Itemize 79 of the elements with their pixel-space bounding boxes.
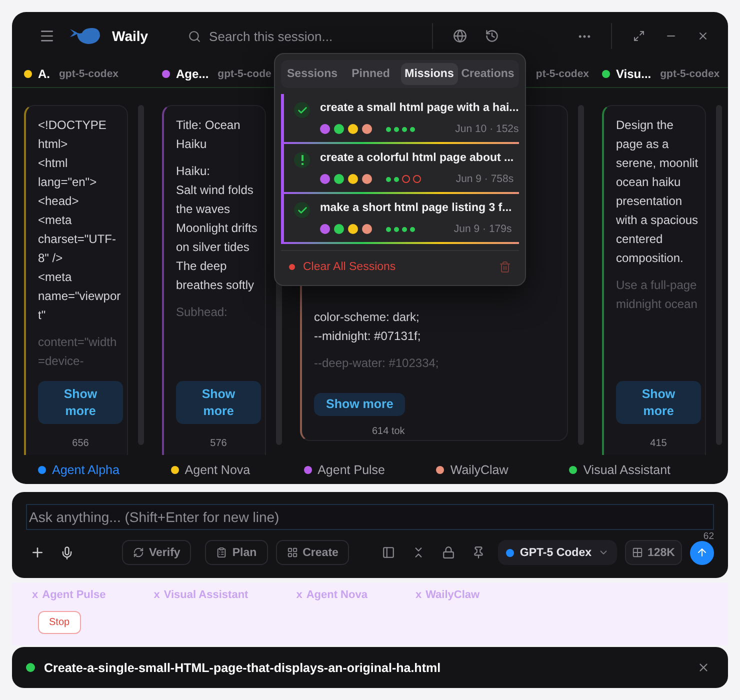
token-count: 415 <box>650 438 667 449</box>
response-line: --deep-water: #102334; <box>314 355 439 372</box>
model-label: pt-5-codex <box>536 68 589 80</box>
model-label: gpt-5-code <box>218 68 272 80</box>
agent-tab[interactable]: Agent Pulse <box>304 462 436 476</box>
exclamation-icon <box>300 155 304 165</box>
popup-tab[interactable]: Sessions <box>284 63 340 85</box>
menu-icon[interactable] <box>39 28 55 44</box>
file-name: Create-a-single-small-HTML-page-that-displays-an-original-ha.html <box>44 660 442 674</box>
show-more-button[interactable]: Show more <box>616 381 701 424</box>
popup-tab[interactable]: Missions <box>401 63 458 85</box>
model-dot <box>506 548 514 556</box>
response-line: --midnight: #07131f; <box>314 328 422 345</box>
column-title: Visu... <box>616 66 652 80</box>
grid-icon <box>286 547 298 558</box>
agent-name: Agent Nova <box>306 589 368 601</box>
response-line: content="width=device- <box>38 334 118 370</box>
mission-meta: Jun 10 · 152s <box>455 123 519 135</box>
mission-title: create a small html page with a hai... <box>320 102 519 116</box>
response-line: The deep breathes softly <box>176 258 256 294</box>
agent-tab[interactable]: Agent Alpha <box>38 462 171 476</box>
popup-tab[interactable]: Pinned <box>342 63 399 85</box>
message-input[interactable]: Ask anything... (Shift+Enter for new line) <box>26 504 714 530</box>
send-button[interactable] <box>690 540 714 564</box>
grid-icon <box>632 547 642 558</box>
mission-item[interactable]: create a colorful html page about ... Jun 9 · 758s <box>281 144 519 194</box>
context-size-button[interactable]: 128K <box>624 540 682 565</box>
token-count: 576 <box>210 438 227 449</box>
show-more-button[interactable]: Show more <box>314 393 406 416</box>
action-button[interactable]: Verify <box>122 540 192 565</box>
column-title: Age... <box>176 66 209 80</box>
refresh-icon <box>133 547 144 558</box>
mission-item[interactable]: make a short html page listing 3 f... Jun 9 · 179s <box>281 194 519 244</box>
agent-tab[interactable]: WailyClaw <box>436 462 570 476</box>
response-line: <meta charset="UTF-8" /> <box>38 212 117 267</box>
response-line: Subhead: <box>176 304 228 321</box>
response-line: color-scheme: dark; <box>314 309 420 326</box>
model-label: gpt-5-codex <box>660 68 720 80</box>
mission-item[interactable]: create a small html page with a hai... Jun 10 · 152s <box>281 94 519 144</box>
token-count: 614 tok <box>372 426 405 437</box>
mission-title: create a colorful html page about ... <box>320 152 514 166</box>
response-line: <head> <box>38 193 80 210</box>
whale-logo <box>68 25 102 47</box>
agent-tab[interactable]: Agent Nova <box>170 462 304 476</box>
agent-name: Visual Assistant <box>164 589 248 601</box>
app-name: Waily <box>112 28 148 44</box>
response-line: <html lang="en"> <box>38 155 98 191</box>
response-line: Moonlight drifts on silver tides <box>176 220 258 256</box>
char-counter: 62 <box>703 531 714 542</box>
mission-title: make a short html page listing 3 f... <box>320 202 512 216</box>
response-line: <meta name="viewport" <box>38 269 122 324</box>
column-title: A. <box>38 66 50 80</box>
agent-name: Agent Pulse <box>42 589 106 601</box>
popup-tab[interactable]: Creations <box>460 63 516 85</box>
show-more-button[interactable]: Show more <box>38 381 123 424</box>
response-line: Use a full-page midnight ocean <box>616 277 698 313</box>
action-button[interactable]: Plan <box>205 540 268 565</box>
stop-button[interactable]: Stop <box>38 611 81 634</box>
agent-name: WailyClaw <box>426 589 480 601</box>
model-label: gpt-5-codex <box>59 68 119 80</box>
response-line: Title: Ocean Haiku <box>176 117 242 153</box>
response-line: <!DOCTYPE html> <box>38 117 108 153</box>
token-count: 656 <box>72 438 89 449</box>
clipboard-icon <box>216 547 228 558</box>
show-more-button[interactable]: Show more <box>176 381 261 424</box>
arrow-up-icon <box>696 546 708 559</box>
status-dot <box>26 663 35 672</box>
search-icon <box>188 30 202 42</box>
response-line: Design the page as a serene, moonlit ocean haiku presentation with a spacious centered composition. <box>616 117 700 267</box>
search-input[interactable]: Search this session... <box>207 28 416 44</box>
mission-meta: Jun 9 · 179s <box>454 223 512 235</box>
mission-meta: Jun 9 · 758s <box>456 173 514 185</box>
agent-tab[interactable]: Visual Assistant <box>569 462 702 476</box>
action-button[interactable]: Create <box>276 540 350 565</box>
model-selector[interactable]: GPT-5 Codex <box>498 540 616 565</box>
clear-sessions-button[interactable]: Clear All Sessions <box>303 261 396 273</box>
response-line: Salt wind folds the waves <box>176 182 254 218</box>
status-dot <box>289 264 295 270</box>
response-line: Haiku: <box>176 163 212 180</box>
